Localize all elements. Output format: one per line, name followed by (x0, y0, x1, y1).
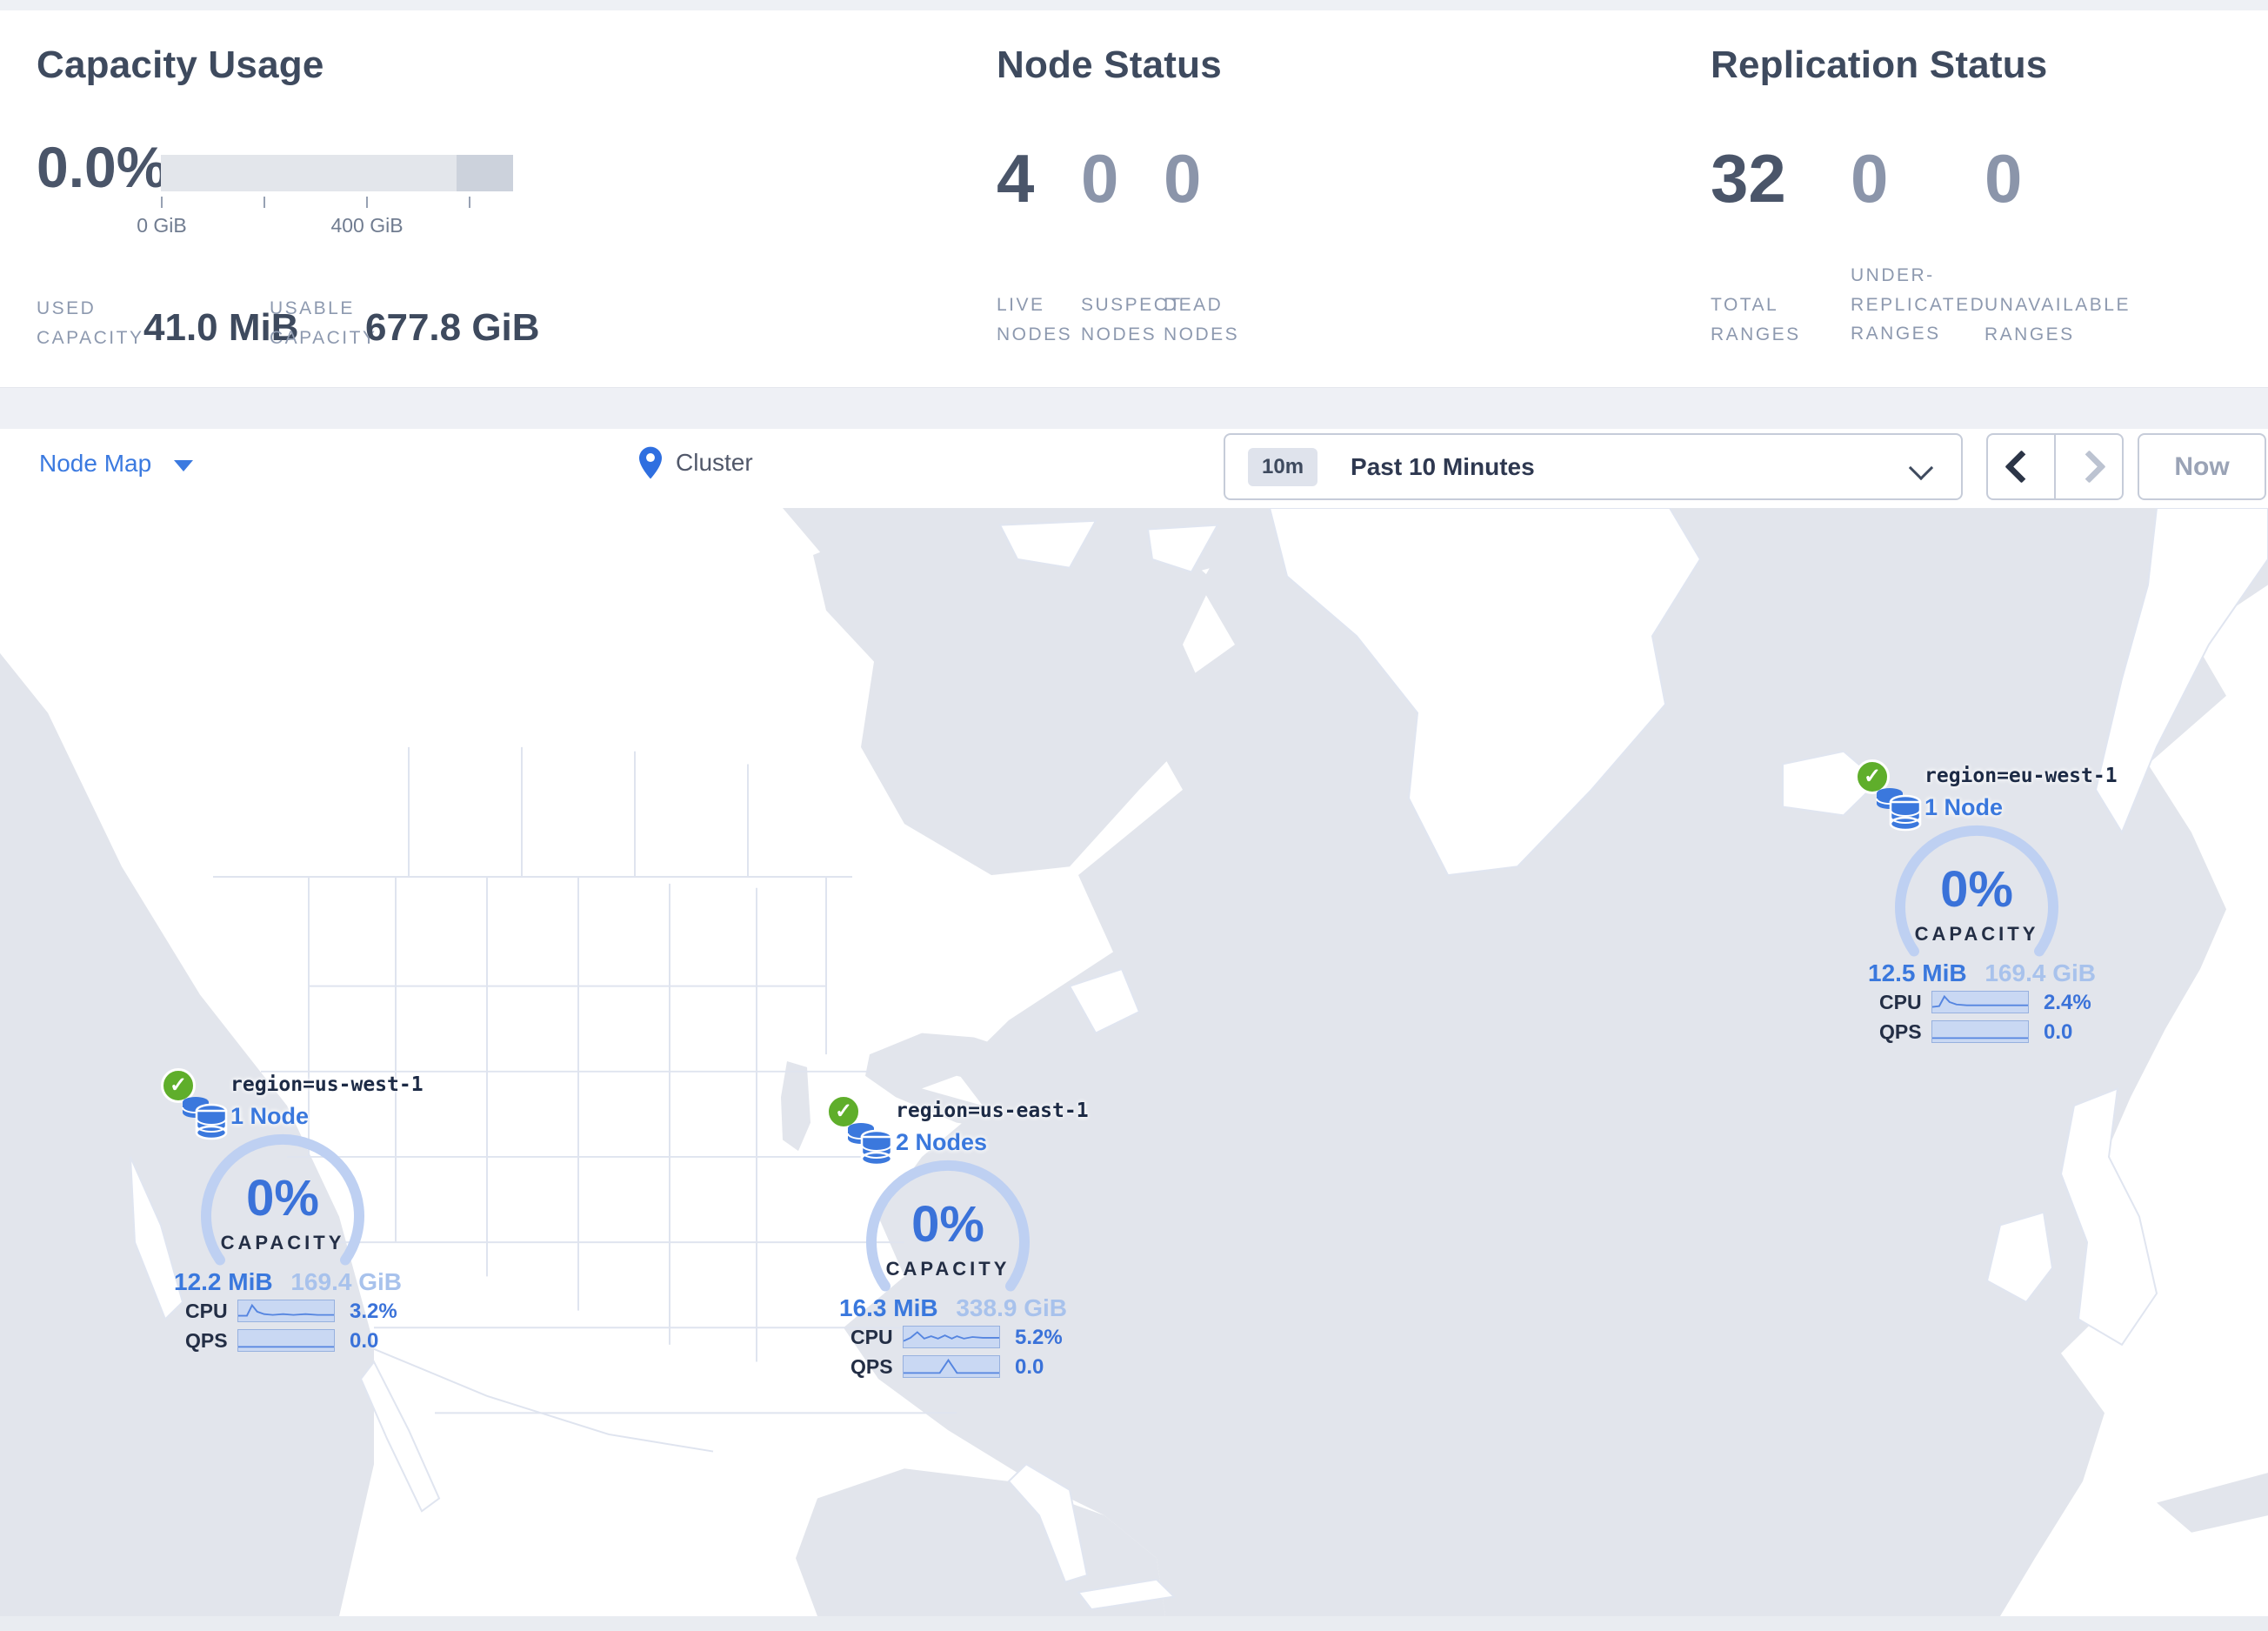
live-nodes-count: 4 (997, 140, 1035, 217)
region-marker-us-west-1[interactable]: region=us-west-1 1 Node 0% CAPACITY 12.2… (161, 1068, 424, 1360)
dead-nodes-count: 0 (1164, 140, 1202, 217)
cpu-sparkline (1931, 991, 2029, 1013)
capacity-axis-tick (469, 197, 470, 208)
region-marker-us-east-1[interactable]: region=us-east-1 2 Nodes 0% CAPACITY 16.… (826, 1094, 1089, 1386)
now-button-label: Now (2174, 451, 2230, 481)
region-usable-capacity: 338.9 GiB (956, 1294, 1067, 1321)
cluster-summary-panel: Capacity Usage 0.0% 0 GiB 400 GiB USED C… (0, 10, 2268, 388)
node-map-canvas: region=us-west-1 1 Node 0% CAPACITY 12.2… (0, 508, 2268, 1616)
region-marker-eu-west-1[interactable]: region=eu-west-1 1 Node 0% CAPACITY 12.5… (1855, 759, 2118, 1051)
region-used-capacity: 12.2 MiB (174, 1268, 273, 1295)
cpu-label: CPU (1879, 991, 1922, 1013)
unavailable-label: UNAVAILABLE RANGES (1984, 295, 2131, 344)
time-step-buttons (1986, 433, 2124, 500)
qps-label: QPS (1879, 1020, 1922, 1043)
qps-value: 0.0 (350, 1329, 379, 1353)
cpu-label: CPU (185, 1300, 228, 1322)
region-usable-capacity: 169.4 GiB (1984, 959, 2096, 986)
under-replicated-count: 0 (1851, 140, 1889, 217)
time-back-button[interactable] (1988, 435, 2056, 498)
node-status-title: Node Status (997, 43, 1222, 86)
qps-sparkline (903, 1355, 1000, 1378)
time-range-badge: 10m (1248, 447, 1318, 486)
region-node-count: 1 Node (230, 1103, 310, 1129)
chevron-left-icon (2004, 450, 2038, 484)
region-usable-capacity: 169.4 GiB (290, 1268, 402, 1295)
region-name: region=us-west-1 (230, 1073, 424, 1096)
region-name: region=eu-west-1 (1924, 765, 2118, 787)
cpu-value: 3.2% (350, 1300, 397, 1323)
capacity-usage-title: Capacity Usage (37, 43, 324, 86)
qps-sparkline (237, 1329, 335, 1352)
breadcrumb-cluster: Cluster (676, 449, 753, 476)
chevron-right-icon (2071, 450, 2106, 484)
location-pin-icon (639, 446, 662, 479)
region-node-count: 1 Node (1924, 794, 2004, 820)
suspect-nodes-count: 0 (1081, 140, 1119, 217)
region-used-capacity: 12.5 MiB (1868, 959, 1967, 986)
dead-nodes-label: DEAD NODES (1164, 295, 1240, 344)
qps-sparkline (1931, 1020, 2029, 1043)
used-capacity-label: USED CAPACITY (37, 298, 144, 348)
map-toolbar: Node Map Cluster 10m Past 10 Minutes Now (0, 429, 2268, 509)
capacity-usage-bar-tail (457, 155, 513, 191)
region-capacity-percent: 0% (911, 1196, 984, 1253)
capacity-axis-label: 0 GiB (137, 214, 187, 237)
region-used-capacity: 16.3 MiB (839, 1294, 938, 1321)
total-ranges-count: 32 (1711, 140, 1786, 217)
qps-value: 0.0 (1015, 1355, 1044, 1379)
capacity-caption: CAPACITY (220, 1232, 345, 1253)
region-capacity-percent: 0% (246, 1170, 319, 1227)
time-forward-button[interactable] (2056, 435, 2122, 498)
capacity-usage-percent: 0.0% (37, 135, 168, 199)
breadcrumb[interactable]: Cluster (639, 446, 753, 479)
capacity-caption: CAPACITY (885, 1258, 1011, 1280)
cpu-label: CPU (850, 1326, 893, 1348)
cpu-value: 2.4% (2044, 991, 2091, 1014)
capacity-usage-bar (161, 155, 513, 191)
chevron-down-icon (174, 459, 194, 471)
qps-label: QPS (185, 1329, 228, 1352)
under-replicated-label: UNDER-REPLICATED RANGES (1851, 265, 1986, 344)
view-selector-label: Node Map (39, 450, 152, 477)
capacity-caption: CAPACITY (1914, 923, 2039, 945)
region-capacity-percent: 0% (1940, 861, 2013, 918)
total-ranges-label: TOTAL RANGES (1711, 295, 1801, 344)
region-node-count: 2 Nodes (896, 1129, 988, 1155)
world-map (0, 508, 2268, 1616)
capacity-axis-tick (366, 197, 368, 208)
now-button[interactable]: Now (2138, 433, 2266, 500)
usable-capacity-value: 677.8 GiB (365, 306, 540, 349)
time-range-selector[interactable]: 10m Past 10 Minutes (1224, 433, 1963, 500)
chevron-down-icon (1908, 455, 1934, 481)
capacity-axis-tick (161, 197, 163, 208)
cpu-sparkline (237, 1300, 335, 1322)
live-nodes-label: LIVE NODES (997, 295, 1073, 344)
page-bottom-strip (0, 1616, 2268, 1631)
capacity-axis-tick (263, 197, 265, 208)
qps-value: 0.0 (2044, 1020, 2073, 1044)
region-name: region=us-east-1 (896, 1100, 1089, 1122)
suspect-nodes-label: SUSPECT NODES (1081, 295, 1183, 344)
cpu-sparkline (903, 1326, 1000, 1348)
cpu-value: 5.2% (1015, 1326, 1063, 1349)
unavailable-count: 0 (1984, 140, 2023, 217)
time-range-label: Past 10 Minutes (1351, 452, 1535, 480)
view-selector-dropdown[interactable]: Node Map (39, 450, 194, 478)
replication-status-title: Replication Status (1711, 43, 2048, 86)
qps-label: QPS (850, 1355, 893, 1378)
capacity-axis-label: 400 GiB (330, 214, 404, 237)
